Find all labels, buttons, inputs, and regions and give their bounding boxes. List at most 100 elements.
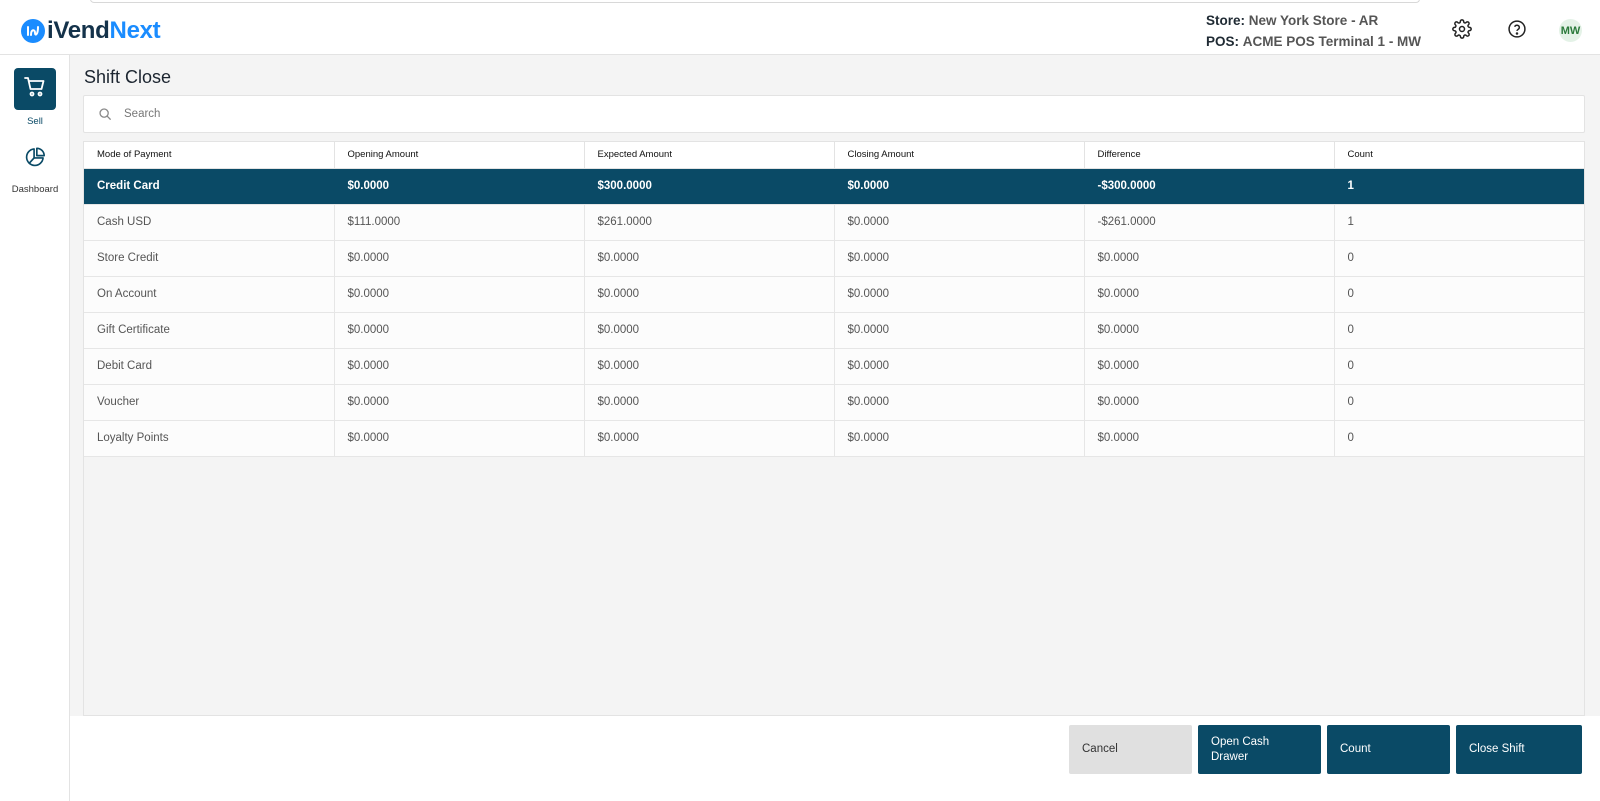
browser-bar-edge [90, 0, 1420, 3]
table-header-row: Mode of Payment Opening Amount Expected … [84, 142, 1584, 169]
cell-count: 0 [1334, 348, 1584, 385]
close-shift-button[interactable]: Close Shift [1456, 725, 1582, 774]
top-header: iVendNext Store: New York Store - AR POS… [0, 0, 1600, 55]
cell-expected: $0.0000 [584, 420, 835, 457]
pos-label: POS: [1206, 34, 1240, 49]
cell-expected: $261.0000 [584, 204, 835, 241]
cell-mode: On Account [84, 276, 335, 313]
column-header-difference[interactable]: Difference [1084, 142, 1335, 169]
table-row[interactable]: Cash USD $111.0000 $261.0000 $0.0000 -$2… [84, 204, 1584, 241]
column-header-count[interactable]: Count [1334, 142, 1584, 169]
cell-mode: Store Credit [84, 240, 335, 277]
pie-chart-icon [24, 146, 46, 173]
cell-count: 1 [1334, 168, 1584, 205]
main-content: Shift Close Mode of Payment Opening Amou… [70, 55, 1600, 731]
cell-count: 0 [1334, 420, 1584, 457]
app-logo[interactable]: iVendNext [21, 17, 161, 45]
cell-mode: Voucher [84, 384, 335, 421]
cell-difference: $0.0000 [1084, 240, 1335, 277]
payments-table: Mode of Payment Opening Amount Expected … [84, 142, 1584, 457]
cancel-button[interactable]: Cancel [1069, 725, 1192, 774]
cell-opening: $0.0000 [334, 384, 585, 421]
cell-closing: $0.0000 [834, 312, 1085, 349]
avatar-initials: MW [1560, 24, 1581, 37]
cell-closing: $0.0000 [834, 240, 1085, 277]
column-header-closing[interactable]: Closing Amount [834, 142, 1085, 169]
cell-expected: $0.0000 [584, 312, 835, 349]
cell-difference: -$261.0000 [1084, 204, 1335, 241]
app-name: iVendNext [47, 17, 161, 45]
cell-closing: $0.0000 [834, 420, 1085, 457]
page-title: Shift Close [84, 67, 172, 87]
search-bar[interactable] [83, 95, 1585, 133]
cell-closing: $0.0000 [834, 276, 1085, 313]
cell-mode: Credit Card [84, 168, 335, 205]
cell-difference: $0.0000 [1084, 384, 1335, 421]
cell-difference: $0.0000 [1084, 276, 1335, 313]
cell-closing: $0.0000 [834, 348, 1085, 385]
cell-mode: Loyalty Points [84, 420, 335, 457]
payments-table-container: Mode of Payment Opening Amount Expected … [83, 141, 1585, 716]
store-line: Store: New York Store - AR [1206, 10, 1421, 31]
avatar[interactable]: MW [1559, 19, 1582, 42]
cell-difference: $0.0000 [1084, 420, 1335, 457]
cell-expected: $0.0000 [584, 384, 835, 421]
cell-expected: $0.0000 [584, 348, 835, 385]
table-row[interactable]: Debit Card $0.0000 $0.0000 $0.0000 $0.00… [84, 348, 1584, 385]
cell-count: 0 [1334, 240, 1584, 277]
sell-icon-box [14, 68, 56, 110]
logo-icon [21, 19, 45, 43]
sidebar-item-sell[interactable]: Sell [0, 68, 70, 127]
cell-opening: $111.0000 [334, 204, 585, 241]
sidebar-item-label: Dashboard [11, 184, 59, 195]
table-row[interactable]: Credit Card $0.0000 $300.0000 $0.0000 -$… [84, 168, 1584, 205]
store-label: Store: [1206, 13, 1246, 28]
cell-expected: $0.0000 [584, 276, 835, 313]
cell-count: 0 [1334, 384, 1584, 421]
cell-count: 0 [1334, 276, 1584, 313]
cell-opening: $0.0000 [334, 348, 585, 385]
cell-mode: Debit Card [84, 348, 335, 385]
dashboard-icon-box [14, 138, 56, 180]
pos-value: ACME POS Terminal 1 - MW [1242, 34, 1422, 49]
column-header-opening[interactable]: Opening Amount [334, 142, 585, 169]
column-header-expected[interactable]: Expected Amount [584, 142, 835, 169]
cell-expected: $300.0000 [584, 168, 835, 205]
cell-expected: $0.0000 [584, 240, 835, 277]
help-icon[interactable] [1507, 19, 1527, 39]
column-header-mode[interactable]: Mode of Payment [84, 142, 335, 169]
table-row[interactable]: Voucher $0.0000 $0.0000 $0.0000 $0.0000 … [84, 384, 1584, 421]
cell-closing: $0.0000 [834, 204, 1085, 241]
sidebar-item-dashboard[interactable]: Dashboard [0, 138, 70, 195]
open-cash-drawer-button[interactable]: Open Cash Drawer [1198, 725, 1321, 774]
gear-icon[interactable] [1452, 19, 1472, 39]
sidebar-item-label: Sell [27, 116, 43, 127]
action-bar: Cancel Open Cash Drawer Count Close Shif… [70, 716, 1600, 801]
table-row[interactable]: Store Credit $0.0000 $0.0000 $0.0000 $0.… [84, 240, 1584, 277]
cell-mode: Cash USD [84, 204, 335, 241]
cell-opening: $0.0000 [334, 276, 585, 313]
app-name-part2: Next [109, 17, 161, 44]
cell-count: 1 [1334, 204, 1584, 241]
count-button[interactable]: Count [1327, 725, 1450, 774]
cell-opening: $0.0000 [334, 420, 585, 457]
table-row[interactable]: Loyalty Points $0.0000 $0.0000 $0.0000 $… [84, 420, 1584, 457]
cell-closing: $0.0000 [834, 168, 1085, 205]
sidebar: Sell Dashboard [0, 55, 70, 801]
cell-closing: $0.0000 [834, 384, 1085, 421]
cart-icon [23, 75, 47, 104]
cell-opening: $0.0000 [334, 168, 585, 205]
app-name-part1: iVend [47, 17, 110, 44]
cell-mode: Gift Certificate [84, 312, 335, 349]
cell-difference: $0.0000 [1084, 348, 1335, 385]
store-info: Store: New York Store - AR POS: ACME POS… [1206, 10, 1421, 52]
table-row[interactable]: On Account $0.0000 $0.0000 $0.0000 $0.00… [84, 276, 1584, 313]
cell-opening: $0.0000 [334, 240, 585, 277]
cell-difference: $0.0000 [1084, 312, 1335, 349]
cell-opening: $0.0000 [334, 312, 585, 349]
pos-line: POS: ACME POS Terminal 1 - MW [1206, 31, 1421, 52]
store-value: New York Store - AR [1248, 13, 1379, 28]
search-input[interactable] [124, 108, 1524, 120]
search-icon [98, 107, 112, 121]
table-row[interactable]: Gift Certificate $0.0000 $0.0000 $0.0000… [84, 312, 1584, 349]
